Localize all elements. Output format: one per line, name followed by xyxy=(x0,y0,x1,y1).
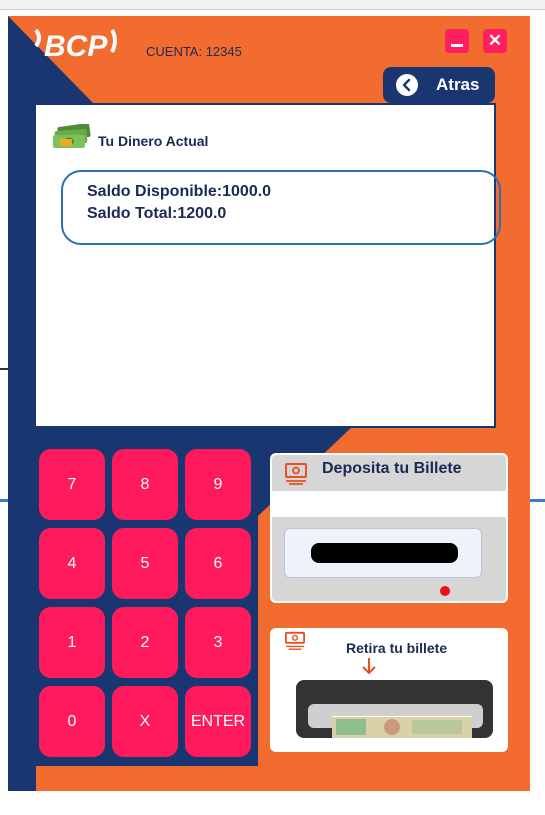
chevron-left-icon xyxy=(396,74,418,96)
cash-icon xyxy=(285,463,307,485)
deposit-slot-frame xyxy=(284,528,482,578)
arrow-down-icon xyxy=(362,658,376,675)
deposit-panel: Deposita tu Billete xyxy=(270,453,508,603)
keypad: 7 8 9 4 5 6 1 2 3 0 X ENTER xyxy=(39,449,254,759)
key-clear[interactable]: X xyxy=(112,686,178,757)
back-label: Atras xyxy=(436,75,480,94)
key-6[interactable]: 6 xyxy=(185,528,251,599)
close-icon: ✕ xyxy=(487,31,503,50)
cash-icon xyxy=(285,631,305,650)
deposit-divider xyxy=(272,491,506,517)
bcp-logo: BCP xyxy=(34,28,117,63)
withdraw-tray[interactable] xyxy=(296,680,493,738)
key-3[interactable]: 3 xyxy=(185,607,251,678)
key-4[interactable]: 4 xyxy=(39,528,105,599)
key-9[interactable]: 9 xyxy=(185,449,251,520)
deposit-header: Deposita tu Billete xyxy=(272,455,506,491)
key-0[interactable]: 0 xyxy=(39,686,105,757)
money-icon xyxy=(53,124,91,148)
back-button[interactable]: Atras xyxy=(383,67,495,103)
account-number: CUENTA: 12345 xyxy=(146,44,242,59)
close-button[interactable]: ✕ xyxy=(483,29,507,53)
deposit-title: Deposita tu Billete xyxy=(322,460,462,477)
key-8[interactable]: 8 xyxy=(112,449,178,520)
withdraw-title: Retira tu billete xyxy=(346,640,448,656)
deposit-slot[interactable] xyxy=(311,543,458,563)
svg-text:BCP: BCP xyxy=(44,30,108,63)
key-1[interactable]: 1 xyxy=(39,607,105,678)
key-5[interactable]: 5 xyxy=(112,528,178,599)
minimize-icon xyxy=(451,44,463,47)
total-balance: Saldo Total:1200.0 xyxy=(87,205,227,222)
status-indicator xyxy=(440,586,450,596)
withdraw-panel: Retira tu billete xyxy=(270,628,508,752)
balance-box: Saldo Disponible:1000.0 Saldo Total:1200… xyxy=(61,170,501,245)
desktop-divider xyxy=(0,368,8,370)
available-balance: Saldo Disponible:1000.0 xyxy=(87,183,272,200)
balance-panel: Tu Dinero Actual Saldo Disponible:1000.0… xyxy=(34,103,501,428)
atm-window: BCP CUENTA: 12345 ✕ Atras Tu Dinero Actu… xyxy=(8,16,530,791)
key-7[interactable]: 7 xyxy=(39,449,105,520)
key-2[interactable]: 2 xyxy=(112,607,178,678)
balance-title: Tu Dinero Actual xyxy=(98,133,209,149)
minimize-button[interactable] xyxy=(445,29,469,53)
key-enter[interactable]: ENTER xyxy=(185,686,251,757)
desktop-topbar xyxy=(0,0,545,10)
banknote-image xyxy=(332,716,472,738)
